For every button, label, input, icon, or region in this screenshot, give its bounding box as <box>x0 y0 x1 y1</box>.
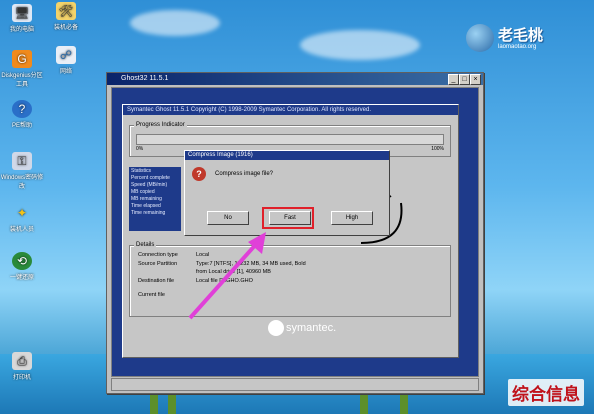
window-title: Ghost32 11.5.1 <box>121 75 169 82</box>
tools-icon: 🛠 <box>56 2 76 20</box>
detail-label: Connection type <box>138 252 178 258</box>
statistics-title: Statistics <box>131 168 152 174</box>
detail-label: Source Partition <box>138 261 178 267</box>
desktop-icon-network[interactable]: ☍ 网络 <box>44 46 88 75</box>
progress-bar <box>136 134 444 145</box>
desktop-icon-label: 一键还原 <box>9 275 34 281</box>
printer-icon: ⎙ <box>12 352 32 370</box>
status-bar <box>111 378 479 391</box>
desktop-icon-label: 装机人员 <box>9 227 34 233</box>
dialog-title: Compress Image (1916) <box>185 151 389 160</box>
stat-item: Percent complete <box>131 175 170 181</box>
desktop-icon-label: 我的电脑 <box>9 27 34 33</box>
user-icon: ✦ <box>16 206 28 220</box>
help-icon: ? <box>12 100 32 118</box>
desktop-icon-label: Diskgenius分区工具 <box>1 73 43 88</box>
symantec-brand: symantec. <box>286 322 337 334</box>
cloud <box>130 10 220 36</box>
desktop-icon-tools[interactable]: 🛠 装机必备 <box>44 2 88 31</box>
stat-item: MB copied <box>131 189 155 195</box>
no-button[interactable]: No <box>207 211 249 225</box>
peach-logo-icon <box>466 24 494 52</box>
desktop-icon-restore[interactable]: ⟲ 一键还原 <box>0 252 44 281</box>
details-title: Details <box>134 242 157 248</box>
desktop-icon-label: Windows密码修改 <box>0 175 44 190</box>
dialog-message: Compress image file? <box>215 171 274 177</box>
pointer-arrow <box>188 232 266 320</box>
question-icon: ? <box>192 167 206 181</box>
key-icon: ⚿ <box>12 152 32 170</box>
details-group: Details Connection type Local Source Par… <box>129 242 451 317</box>
desktop-icon-help[interactable]: ? PE帮助 <box>0 100 44 129</box>
desktop-icon-user[interactable]: ✦ 装机人员 <box>0 204 44 233</box>
computer-icon: 🖥 <box>12 4 32 22</box>
desktop-icon-label: 网络 <box>59 69 72 75</box>
detail-label: Current file <box>138 292 165 298</box>
watermark: 综合信息 <box>508 379 584 406</box>
window-titlebar[interactable]: Ghost32 11.5.1 _ □ × <box>107 73 483 85</box>
desktop-icon-diskgenius[interactable]: G Diskgenius分区工具 <box>0 50 44 88</box>
brand-name: 老毛桃 <box>498 26 544 44</box>
stat-item: Time remaining <box>131 210 166 216</box>
highlight-box <box>262 207 314 229</box>
ghost-header: Symantec Ghost 11.5.1 Copyright (C) 1998… <box>123 105 458 115</box>
network-icon: ☍ <box>56 46 76 64</box>
cloud <box>300 30 420 60</box>
detail-label: Destination file <box>138 278 175 284</box>
desktop-icon-label: 打印机 <box>12 375 31 381</box>
desktop-icon-computer[interactable]: 🖥 我的电脑 <box>0 4 44 33</box>
stat-item: Time elapsed <box>131 203 161 209</box>
restore-icon: ⟲ <box>12 252 32 270</box>
progress-end-label: 100% <box>431 146 444 152</box>
close-button[interactable]: × <box>470 74 481 85</box>
desktop-icon-password[interactable]: ⚿ Windows密码修改 <box>0 152 44 190</box>
high-button[interactable]: High <box>331 211 373 225</box>
statistics-panel: Statistics Percent complete Speed (MB/mi… <box>129 167 181 231</box>
stat-item: Speed (MB/min) <box>131 182 168 188</box>
desktop-icon-label: 装机必备 <box>53 25 78 31</box>
maximize-button[interactable]: □ <box>459 74 470 85</box>
progress-start-label: 0% <box>136 146 144 152</box>
desktop-icon-printer[interactable]: ⎙ 打印机 <box>0 352 44 381</box>
brand-logo: 老毛桃 laomaotao.org <box>466 24 572 56</box>
stat-item: MB remaining <box>131 196 162 202</box>
disk-icon: G <box>12 50 32 68</box>
desktop-icon-label: PE帮助 <box>11 123 32 129</box>
brand-url: laomaotao.org <box>498 44 537 50</box>
progress-label: Progress Indicator <box>134 122 187 128</box>
minimize-button[interactable]: _ <box>448 74 459 85</box>
